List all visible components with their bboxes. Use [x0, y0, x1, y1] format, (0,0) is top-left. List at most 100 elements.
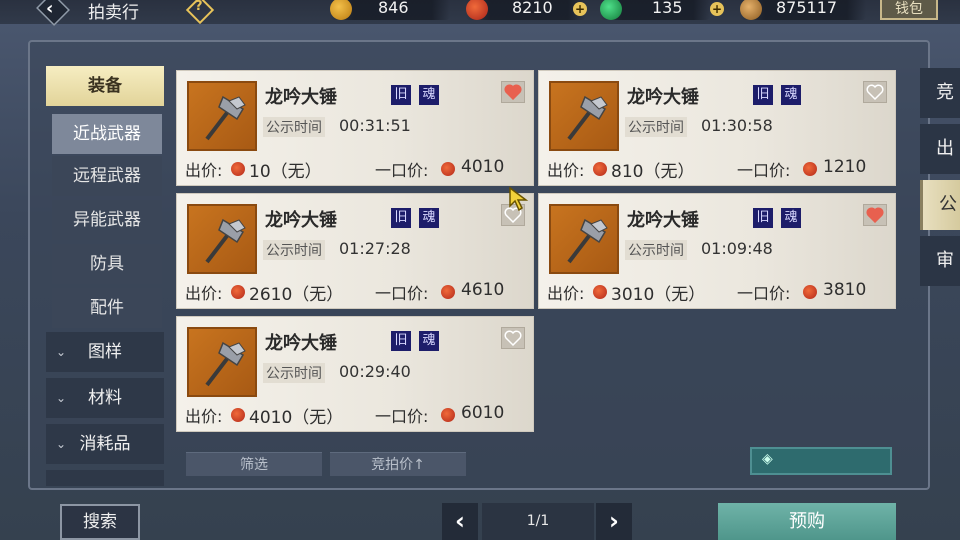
bid-value: 4010（无） [249, 408, 344, 428]
listing-card[interactable]: 龙吟大锤 旧 魂 公示时间 00:29:40 出价: 4010（无） 一口价: … [176, 316, 534, 432]
tab-bidding[interactable]: 竞拍 [920, 68, 960, 118]
currency-silver: 875117 [740, 0, 866, 20]
tag-soul: 魂 [419, 85, 439, 105]
top-bar: ‹ 拍卖行 ? 846 8210 + 135 + 875117 钱包 [0, 0, 960, 26]
currency-jade: 135 [600, 0, 710, 20]
public-time-value: 00:29:40 [339, 362, 411, 381]
filter-button[interactable]: 筛选 [186, 452, 322, 476]
bid-value: 810（无） [611, 162, 695, 182]
buyout-label: 一口价: [375, 407, 429, 426]
red-coin-icon [441, 285, 455, 299]
help-symbol[interactable]: ? [195, 0, 203, 14]
currency-value: 846 [378, 0, 409, 17]
public-time-label: 公示时间 [263, 240, 325, 260]
favorite-button[interactable] [863, 81, 887, 103]
currency-value: 875117 [776, 0, 838, 17]
heart-icon [504, 330, 522, 346]
tag-old: 旧 [391, 331, 411, 351]
category-consumables[interactable]: ⌄ 消耗品 [46, 424, 164, 464]
hammer-item-icon[interactable] [187, 81, 257, 151]
item-name: 龙吟大锤 [627, 210, 699, 231]
prev-page-button[interactable]: ‹ [442, 503, 478, 540]
preorder-button[interactable]: 预购 [718, 503, 896, 540]
buyout-label: 一口价: [737, 284, 791, 303]
bid-label: 出价: [185, 407, 223, 426]
public-time-label: 公示时间 [263, 363, 325, 383]
category-materials[interactable]: ⌄ 材料 [46, 378, 164, 418]
public-time-label: 公示时间 [625, 117, 687, 137]
back-arrow-icon[interactable]: ‹ [46, 0, 53, 19]
listing-card[interactable]: 龙吟大锤 旧 魂 公示时间 01:27:28 出价: 2610（无） 一口价: … [176, 193, 534, 309]
cursor-icon [509, 186, 529, 212]
category-patterns[interactable]: ⌄ 图样 [46, 332, 164, 372]
heart-icon [504, 84, 522, 100]
tag-soul: 魂 [419, 331, 439, 351]
chevron-down-icon: ⌄ [56, 345, 67, 359]
item-name: 龙吟大锤 [627, 87, 699, 108]
item-name: 龙吟大锤 [265, 87, 337, 108]
bid-label: 出价: [185, 284, 223, 303]
currency-red: 8210 [466, 0, 586, 20]
public-time-value: 01:09:48 [701, 239, 773, 258]
listing-card[interactable]: 龙吟大锤 旧 魂 公示时间 00:31:51 出价: 10（无） 一口价: 40… [176, 70, 534, 186]
page-title: 拍卖行 [88, 3, 139, 23]
tag-soul: 魂 [781, 85, 801, 105]
buyout-value: 4610 [461, 280, 505, 300]
buyout-value: 1210 [823, 157, 867, 177]
currency-value: 8210 [512, 0, 553, 17]
buyout-label: 一口价: [375, 284, 429, 303]
bid-label: 出价: [547, 161, 585, 180]
next-page-button[interactable]: › [596, 503, 632, 540]
tab-selling[interactable]: 出售 [920, 124, 960, 174]
scroll-indicator[interactable]: ◈ [750, 447, 892, 475]
subcategory-psionic[interactable]: 异能武器 [52, 200, 162, 240]
gold-pouch-icon [330, 0, 352, 20]
heart-icon [866, 84, 884, 100]
subcategory-accessory[interactable]: 配件 [52, 288, 162, 328]
favorite-button[interactable] [863, 204, 887, 226]
buyout-value: 6010 [461, 403, 505, 423]
hammer-item-icon[interactable] [187, 204, 257, 274]
currency-value: 135 [652, 0, 683, 17]
chevron-left-icon: ◈ [762, 451, 773, 467]
subcategory-ranged[interactable]: 远程武器 [52, 156, 162, 196]
public-time-value: 00:31:51 [339, 116, 411, 135]
red-coin-icon [231, 285, 245, 299]
page-indicator: 1/1 [482, 503, 594, 540]
buyout-label: 一口价: [375, 161, 429, 180]
currency-gold: 846 [330, 0, 450, 20]
sort-bid-button[interactable]: 竞拍价↑ [330, 452, 466, 476]
tag-soul: 魂 [781, 208, 801, 228]
public-time-value: 01:27:28 [339, 239, 411, 258]
bid-label: 出价: [547, 284, 585, 303]
subcategory-melee[interactable]: 近战武器 [52, 114, 162, 154]
buyout-value: 4010 [461, 157, 505, 177]
tab-review[interactable]: 审核 [920, 236, 960, 286]
add-red-coin-button[interactable]: + [573, 2, 587, 16]
tag-soul: 魂 [419, 208, 439, 228]
listing-card[interactable]: 龙吟大锤 旧 魂 公示时间 01:09:48 出价: 3010（无） 一口价: … [538, 193, 896, 309]
category-label: 材料 [88, 388, 122, 408]
tab-public[interactable]: 公示 [920, 180, 960, 230]
listing-card[interactable]: 龙吟大锤 旧 魂 公示时间 01:30:58 出价: 810（无） 一口价: 1… [538, 70, 896, 186]
hammer-item-icon[interactable] [187, 327, 257, 397]
hammer-item-icon[interactable] [549, 81, 619, 151]
add-jade-button[interactable]: + [710, 2, 724, 16]
category-more[interactable] [46, 470, 164, 486]
category-equipment[interactable]: 装备 [46, 66, 164, 106]
search-button[interactable]: 搜索 [60, 504, 140, 540]
category-label: 消耗品 [79, 434, 131, 454]
chevron-down-icon: ⌄ [56, 391, 67, 405]
subcategory-armor[interactable]: 防具 [52, 244, 162, 284]
favorite-button[interactable] [501, 81, 525, 103]
chevron-down-icon: ⌄ [56, 437, 67, 451]
red-coin-icon [231, 408, 245, 422]
public-time-label: 公示时间 [263, 117, 325, 137]
tag-old: 旧 [391, 208, 411, 228]
favorite-button[interactable] [501, 327, 525, 349]
red-coin-icon [441, 408, 455, 422]
item-name: 龙吟大锤 [265, 210, 337, 231]
hammer-item-icon[interactable] [549, 204, 619, 274]
bid-value: 3010（无） [611, 285, 706, 305]
wallet-button[interactable]: 钱包 [880, 0, 938, 20]
